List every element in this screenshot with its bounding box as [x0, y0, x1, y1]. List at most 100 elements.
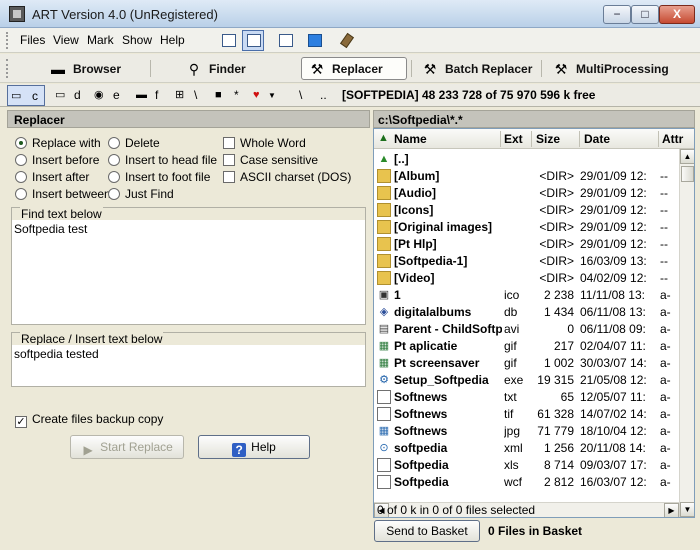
file-date: 16/03/09 13: — [580, 254, 647, 268]
file-row[interactable]: ▦ Pt screensaver gif 1 002 30/03/07 14: a- — [374, 355, 679, 372]
start-replace-label: Start Replace — [100, 440, 173, 454]
scroll-up-icon[interactable]: ▲ — [680, 149, 694, 164]
file-row[interactable]: Softnews tif 61 328 14/07/02 14: a- — [374, 406, 679, 423]
radio-insert-before[interactable] — [15, 154, 27, 166]
network-root[interactable]: ⊞ \ — [172, 85, 204, 106]
delete-option[interactable]: Delete — [108, 136, 160, 150]
maximize-button[interactable]: □ — [631, 5, 659, 24]
vertical-scrollbar[interactable]: ▲ ▼ — [679, 149, 694, 517]
radio-insert-after[interactable] — [15, 171, 27, 183]
radio-delete[interactable] — [108, 137, 120, 149]
file-row[interactable]: Softpedia wcf 2 812 16/03/07 12: a- — [374, 474, 679, 491]
file-row[interactable]: ⚙ Setup_Softpedia exe 19 315 21/05/08 12: a- — [374, 372, 679, 389]
checkbox-ascii[interactable] — [223, 171, 235, 183]
window-toggle-button[interactable] — [274, 30, 296, 51]
file-size: 1 256 — [543, 441, 574, 455]
menu-help[interactable]: Help — [160, 33, 185, 47]
case-sensitive-option[interactable]: Case sensitive — [223, 153, 318, 167]
column-ext[interactable]: Ext — [504, 132, 523, 146]
ascii-option[interactable]: ASCII charset (DOS) — [223, 170, 351, 184]
insert-foot-option[interactable]: Insert to foot file — [108, 170, 210, 184]
file-row[interactable]: [Album] <DIR> 29/01/09 12: -- — [374, 168, 679, 185]
file-row[interactable]: [Softpedia-1] <DIR> 16/03/09 13: -- — [374, 253, 679, 270]
whole-word-option[interactable]: Whole Word — [223, 136, 306, 150]
file-row[interactable]: [Original images] <DIR> 29/01/09 12: -- — [374, 219, 679, 236]
file-row[interactable]: Softpedia xls 8 714 09/03/07 17: a- — [374, 457, 679, 474]
file-ext: ico — [504, 288, 520, 302]
radio-just-find[interactable] — [108, 188, 120, 200]
send-to-basket-button[interactable]: Send to Basket — [374, 520, 480, 542]
insert-head-label: Insert to head file — [125, 153, 218, 167]
tab-finder-label: Finder — [209, 62, 246, 76]
insert-head-option[interactable]: Insert to head file — [108, 153, 217, 167]
file-row[interactable]: ▲ [..] — [374, 151, 679, 168]
drive-f[interactable]: ▬ f — [133, 85, 165, 106]
file-attr: -- — [660, 254, 668, 268]
details-view-button[interactable] — [217, 30, 239, 51]
file-row[interactable]: ▣ 1 ico 2 238 11/11/08 13: a- — [374, 287, 679, 304]
checkbox-whole-word[interactable] — [223, 137, 235, 149]
properties-button[interactable] — [303, 30, 325, 51]
insert-after-option[interactable]: Insert after — [15, 170, 89, 184]
file-row[interactable]: [Audio] <DIR> 29/01/09 12: -- — [374, 185, 679, 202]
radio-insert-foot[interactable] — [108, 171, 120, 183]
scroll-down-icon[interactable]: ▼ — [680, 502, 694, 517]
file-row[interactable]: ▦ Softnews jpg 71 779 18/10/04 12: a- — [374, 423, 679, 440]
parent-dir-button[interactable]: .. — [318, 85, 334, 106]
file-date: 21/05/08 12: — [580, 373, 647, 387]
file-size: <DIR> — [539, 254, 574, 268]
file-row[interactable]: ▤ Parent - ChildSoftp avi 0 06/11/08 09: a- — [374, 321, 679, 338]
file-row[interactable]: ◈ digitalalbums db 1 434 06/11/08 13: a- — [374, 304, 679, 321]
file-row[interactable]: [Icons] <DIR> 29/01/09 12: -- — [374, 202, 679, 219]
radio-insert-head[interactable] — [108, 154, 120, 166]
scroll-thumb[interactable] — [681, 166, 694, 182]
mode-tab-bar: ▬ Browser ⚲ Finder ⚒ Replacer ⚒ Batch Re… — [0, 54, 700, 83]
radio-insert-between[interactable] — [15, 188, 27, 200]
favorites-drive[interactable]: ■ * — [212, 85, 244, 106]
checkbox-case-sensitive[interactable] — [223, 154, 235, 166]
replace-text-input[interactable]: softpedia tested — [12, 345, 365, 386]
insert-before-option[interactable]: Insert before — [15, 153, 99, 167]
replace-with-option[interactable]: Replace with — [15, 136, 101, 150]
list-view-button[interactable] — [242, 30, 264, 51]
file-row[interactable]: [Video] <DIR> 04/02/09 12: -- — [374, 270, 679, 287]
folder-icon — [377, 237, 391, 251]
tab-finder[interactable]: ⚲ Finder — [178, 57, 284, 80]
checkbox-backup[interactable]: ✓ — [15, 416, 27, 428]
file-row[interactable]: ⊙ softpedia xml 1 256 20/11/08 14: a- — [374, 440, 679, 457]
file-list[interactable]: ▲ Name Ext Size Date Attr ▲ [..] [Album] <D… — [373, 128, 695, 518]
file-size: <DIR> — [539, 203, 574, 217]
find-text-input[interactable]: Softpedia test — [12, 220, 365, 324]
just-find-option[interactable]: Just Find — [108, 187, 174, 201]
menu-show[interactable]: Show — [122, 33, 152, 47]
radio-replace-with[interactable] — [15, 137, 27, 149]
tab-multiprocessing[interactable]: ⚒ MultiProcessing — [545, 57, 675, 80]
column-date[interactable]: Date — [584, 132, 610, 146]
minimize-button[interactable]: − — [603, 5, 631, 24]
help-button[interactable]: ? Help — [198, 435, 310, 459]
tab-replacer[interactable]: ⚒ Replacer — [301, 57, 407, 80]
file-row[interactable]: Softnews txt 65 12/05/07 11: a- — [374, 389, 679, 406]
insert-between-option[interactable]: Insert between — [15, 187, 111, 201]
bookmarks-dropdown[interactable]: ♥ ▼ — [250, 85, 282, 106]
menu-view[interactable]: View — [53, 33, 79, 47]
scroll-right-icon[interactable]: ▶ — [664, 503, 679, 517]
basket-button[interactable] — [335, 30, 357, 51]
column-name[interactable]: Name — [394, 132, 427, 146]
backup-option[interactable]: ✓ Create files backup copy — [15, 412, 163, 428]
tab-browser[interactable]: ▬ Browser — [42, 57, 148, 80]
drive-c[interactable]: ▭ c — [7, 85, 45, 106]
drive-e[interactable]: ◉ e — [91, 85, 123, 106]
file-row[interactable]: [Pt Hlp] <DIR> 29/01/09 12: -- — [374, 236, 679, 253]
menu-mark[interactable]: Mark — [87, 33, 114, 47]
column-attr[interactable]: Attr — [662, 132, 683, 146]
tab-batch-replacer[interactable]: ⚒ Batch Replacer — [414, 57, 538, 80]
image-file-icon: ▦ — [378, 425, 390, 437]
menu-files[interactable]: Files — [20, 33, 45, 47]
drive-d[interactable]: ▭ d — [52, 85, 84, 106]
start-replace-button[interactable]: ▶ Start Replace — [70, 435, 184, 459]
column-size[interactable]: Size — [536, 132, 560, 146]
close-button[interactable]: X — [659, 5, 695, 24]
file-row[interactable]: ▦ Pt aplicatie gif 217 02/04/07 11: a- — [374, 338, 679, 355]
root-dir-button[interactable]: \ — [297, 85, 311, 106]
